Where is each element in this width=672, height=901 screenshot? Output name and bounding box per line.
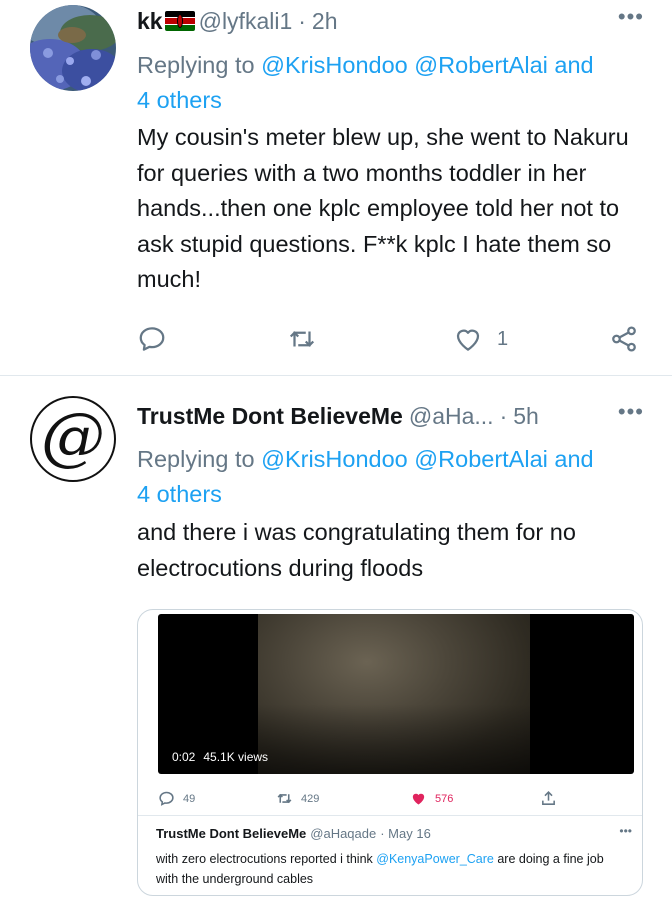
user-handle[interactable]: @lyfkali1 xyxy=(199,8,293,35)
video-duration: 0:02 xyxy=(172,750,196,764)
replying-to: Replying to @KrisHondoo @RobertAlai and … xyxy=(137,442,647,512)
display-name[interactable]: TrustMe Dont BelieveMe xyxy=(137,403,403,430)
mention-link[interactable]: @RobertAlai xyxy=(414,52,548,78)
tweet-actions: 1 xyxy=(137,318,647,358)
user-handle[interactable]: @aHa... xyxy=(409,403,494,430)
timestamp[interactable]: 2h xyxy=(312,8,338,35)
quoted-handle: @aHaqade xyxy=(310,826,377,841)
comment-icon xyxy=(139,327,165,351)
embedded-retweet: 429 xyxy=(276,790,319,807)
share-icon xyxy=(612,326,636,352)
embedded-actions: 49 429 576 xyxy=(138,778,642,820)
reply-button[interactable] xyxy=(137,324,167,354)
mention-link[interactable]: @KrisHondoo xyxy=(261,446,408,472)
quoted-display-name: TrustMe Dont BelieveMe xyxy=(156,826,307,841)
separator: · xyxy=(298,7,306,34)
replying-to: Replying to @KrisHondoo @RobertAlai and … xyxy=(137,48,647,118)
avatar[interactable] xyxy=(30,5,116,91)
share-upload-icon xyxy=(542,791,555,805)
divider xyxy=(138,815,642,816)
video-views: 45.1K views xyxy=(203,750,269,764)
tweet-header: kk @lyfkali1 · 2h ••• xyxy=(137,4,644,38)
tweet-header: TrustMe Dont BelieveMe @aHa... · 5h ••• xyxy=(137,399,644,433)
tweet[interactable]: @ TrustMe Dont BelieveMe @aHa... · 5h ••… xyxy=(0,377,672,901)
retweet-button[interactable] xyxy=(287,324,317,354)
quoted-mention: @KenyaPower_Care xyxy=(376,852,494,866)
tweet-text: My cousin's meter blew up, she went to N… xyxy=(137,124,629,292)
embedded-like: 576 xyxy=(410,790,453,807)
avatar[interactable]: @ xyxy=(30,396,116,482)
retweet-icon xyxy=(289,331,315,347)
quoted-date: · May 16 xyxy=(380,826,431,841)
others-link[interactable]: 4 others xyxy=(137,87,222,113)
timestamp[interactable]: 5h xyxy=(513,403,539,430)
embedded-share xyxy=(540,790,565,807)
quoted-tweet: TrustMe Dont BelieveMe @aHaqade · May 16… xyxy=(156,824,632,889)
quoted-text-part: with zero electrocutions reported i thin… xyxy=(156,852,377,866)
embedded-retweet-count: 429 xyxy=(301,792,320,805)
embedded-like-count: 576 xyxy=(435,792,454,805)
embedded-video[interactable]: 0:02 45.1K views xyxy=(158,614,634,774)
media-image[interactable]: 0:02 45.1K views 49 429 576 TrustMe Dont… xyxy=(137,609,643,896)
like-count: 1 xyxy=(497,327,509,350)
video-shade xyxy=(258,704,530,774)
quoted-header: TrustMe Dont BelieveMe @aHaqade · May 16… xyxy=(156,824,632,841)
video-meta: 0:02 45.1K views xyxy=(172,750,268,764)
like-button[interactable]: 1 xyxy=(453,324,508,354)
embedded-reply: 49 xyxy=(158,790,195,807)
retweet-icon xyxy=(277,793,292,804)
mention-link[interactable]: @KrisHondoo xyxy=(261,52,408,78)
kenya-flag-icon xyxy=(164,11,195,31)
more-options-icon[interactable]: ••• xyxy=(618,4,644,30)
tweet-text: and there i was congratulating them for … xyxy=(137,519,576,581)
embedded-reply-count: 49 xyxy=(183,792,196,805)
others-link[interactable]: 4 others xyxy=(137,481,222,507)
comment-icon xyxy=(159,791,174,806)
mention-link[interactable]: @RobertAlai xyxy=(414,446,548,472)
quoted-more-icon: ••• xyxy=(619,824,632,838)
tweet[interactable]: kk @lyfkali1 · 2h ••• Replying to @KrisH… xyxy=(0,0,672,376)
share-button[interactable] xyxy=(609,324,639,354)
at-sign-avatar-glyph: @ xyxy=(41,400,105,474)
separator: · xyxy=(499,402,508,429)
and-text: and xyxy=(547,52,594,78)
display-name[interactable]: kk xyxy=(137,8,163,35)
replying-prefix: Replying to xyxy=(137,52,262,78)
heart-filled-icon xyxy=(412,793,425,805)
quoted-text: with zero electrocutions reported i thin… xyxy=(156,849,632,889)
and-text: and xyxy=(547,446,594,472)
more-options-icon[interactable]: ••• xyxy=(618,399,644,425)
heart-icon xyxy=(456,329,480,351)
replying-prefix: Replying to xyxy=(137,446,262,472)
